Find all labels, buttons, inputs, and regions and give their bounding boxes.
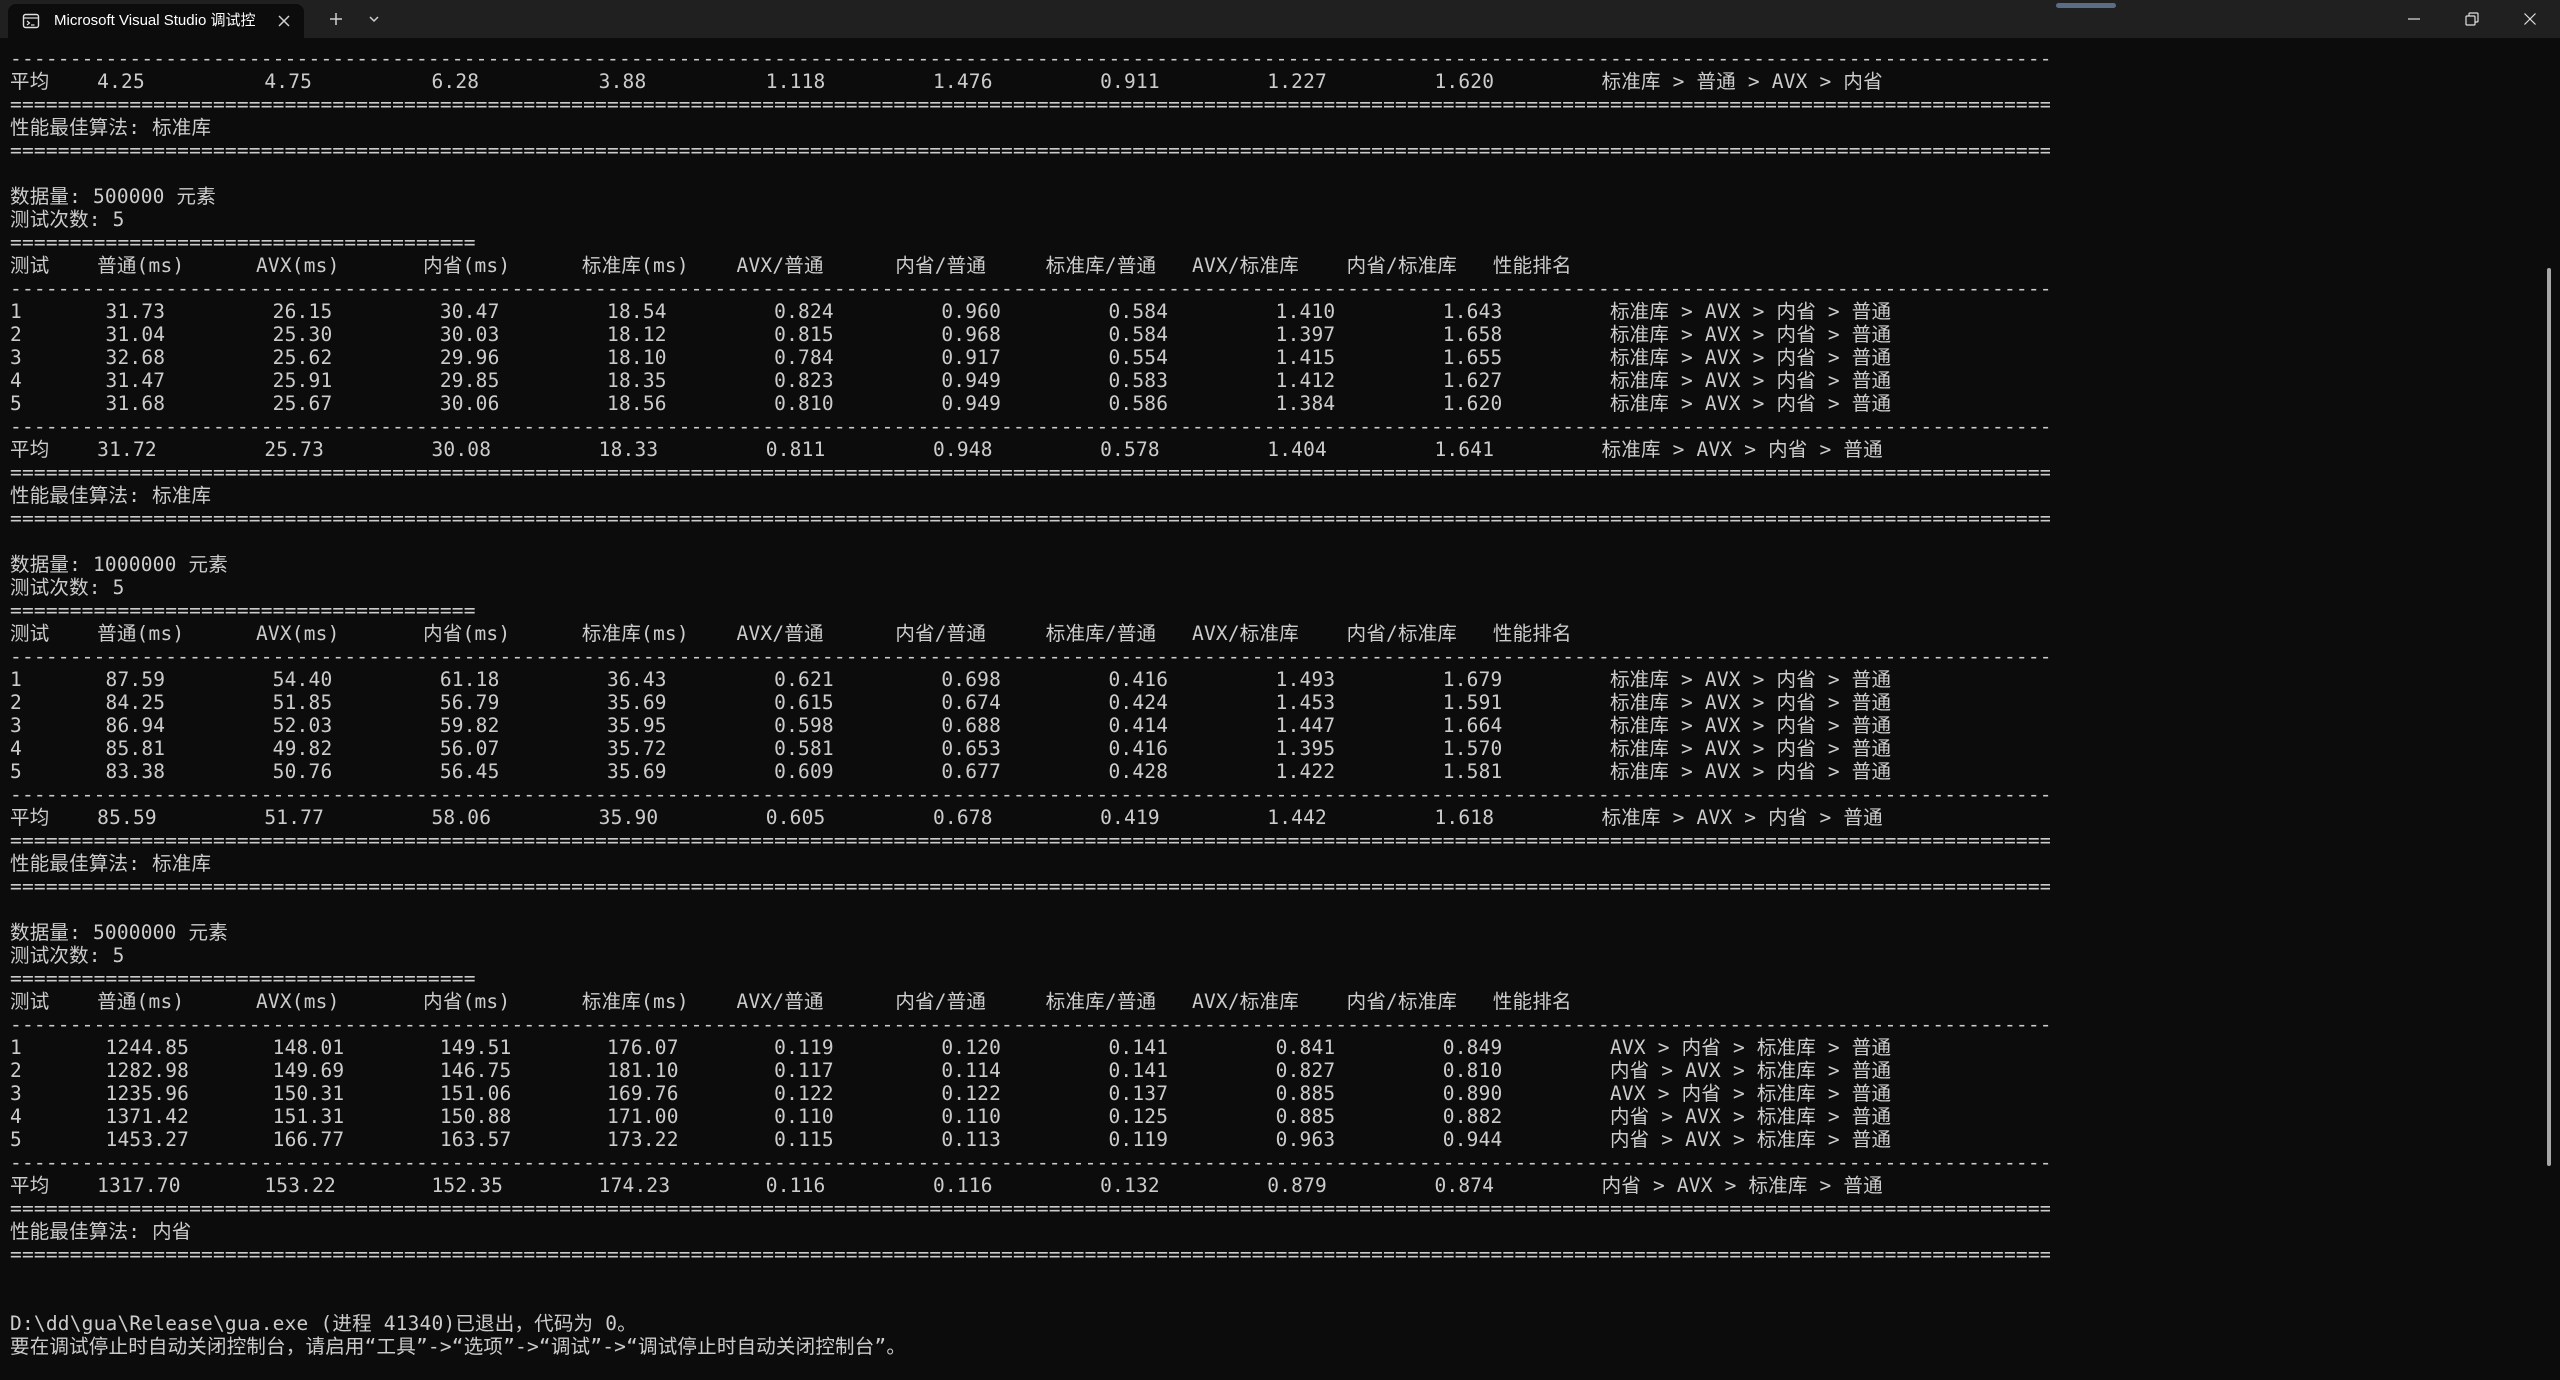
console-line: ========================================…	[10, 461, 2050, 484]
console-line: ========================================…	[10, 139, 2050, 162]
console-line: 平均 4.25 4.75 6.28 3.88 1.118 1.476 0.911…	[10, 70, 1883, 93]
console-line: 性能最佳算法: 标准库	[10, 852, 212, 875]
minimize-button[interactable]	[2385, 0, 2443, 38]
console-line: ----------------------------------------…	[10, 783, 2050, 806]
console-line: 测试 普通(ms) AVX(ms) 内省(ms) 标准库(ms) AVX/普通 …	[10, 254, 1572, 277]
console-line: ========================================…	[10, 875, 2050, 898]
console-line: ----------------------------------------…	[10, 415, 2050, 438]
restore-icon	[2465, 12, 2479, 26]
console-line: 测试次数: 5	[10, 576, 125, 599]
console-line: =======================================	[10, 599, 476, 622]
console-line: 4 85.81 49.82 56.07 35.72 0.581 0.653 0.…	[10, 737, 1892, 760]
console-line: 3 1235.96 150.31 151.06 169.76 0.122 0.1…	[10, 1082, 1892, 1105]
drag-handle[interactable]	[2056, 3, 2116, 8]
console-line: 测试 普通(ms) AVX(ms) 内省(ms) 标准库(ms) AVX/普通 …	[10, 990, 1572, 1013]
close-icon	[2524, 13, 2536, 25]
tab-title: Microsoft Visual Studio 调试控	[54, 12, 256, 29]
console-line: ----------------------------------------…	[10, 277, 2050, 300]
console-line: 1 87.59 54.40 61.18 36.43 0.621 0.698 0.…	[10, 668, 1892, 691]
console-line: 性能最佳算法: 标准库	[10, 484, 212, 507]
console-line: =======================================	[10, 231, 476, 254]
console-line: ========================================…	[10, 1243, 2050, 1266]
console-line: 5 31.68 25.67 30.06 18.56 0.810 0.949 0.…	[10, 392, 1892, 415]
console-output[interactable]: ----------------------------------------…	[10, 47, 2050, 1377]
console-line: 平均 1317.70 153.22 152.35 174.23 0.116 0.…	[10, 1174, 1883, 1197]
console-line: 平均 31.72 25.73 30.08 18.33 0.811 0.948 0…	[10, 438, 1883, 461]
console-line: D:\dd\gua\Release\gua.exe (进程 41340)已退出，…	[10, 1312, 637, 1335]
console-line: 4 1371.42 151.31 150.88 171.00 0.110 0.1…	[10, 1105, 1892, 1128]
minimize-icon	[2408, 18, 2420, 20]
console-line: 2 1282.98 149.69 146.75 181.10 0.117 0.1…	[10, 1059, 1892, 1082]
console-line: 1 31.73 26.15 30.47 18.54 0.824 0.960 0.…	[10, 300, 1892, 323]
console-line: ----------------------------------------…	[10, 1151, 2050, 1174]
console-line: 3 86.94 52.03 59.82 35.95 0.598 0.688 0.…	[10, 714, 1892, 737]
console-line: 2 84.25 51.85 56.79 35.69 0.615 0.674 0.…	[10, 691, 1892, 714]
console-line: 2 31.04 25.30 30.03 18.12 0.815 0.968 0.…	[10, 323, 1892, 346]
console-line: ----------------------------------------…	[10, 1013, 2050, 1036]
console-line: 数据量: 5000000 元素	[10, 921, 228, 944]
console-line: ========================================…	[10, 93, 2050, 116]
console-line: 数据量: 500000 元素	[10, 185, 216, 208]
console-line: ----------------------------------------…	[10, 645, 2050, 668]
console-line: 性能最佳算法: 标准库	[10, 116, 212, 139]
vertical-scrollbar[interactable]	[2547, 268, 2551, 1166]
console-line: ========================================…	[10, 507, 2050, 530]
console-lines: ----------------------------------------…	[10, 47, 2050, 1358]
console-line: 数据量: 1000000 元素	[10, 553, 228, 576]
console-line: 性能最佳算法: 内省	[10, 1220, 192, 1243]
close-tab-icon[interactable]	[274, 11, 294, 31]
console-line: 5 83.38 50.76 56.45 35.69 0.609 0.677 0.…	[10, 760, 1892, 783]
console-line: 1 1244.85 148.01 149.51 176.07 0.119 0.1…	[10, 1036, 1892, 1059]
terminal-icon	[22, 13, 40, 29]
title-bar: Microsoft Visual Studio 调试控	[0, 0, 2560, 38]
console-line: ----------------------------------------…	[10, 47, 2050, 70]
console-line: 测试次数: 5	[10, 944, 125, 967]
console-line: =======================================	[10, 967, 476, 990]
console-line: 测试次数: 5	[10, 208, 125, 231]
console-line: 平均 85.59 51.77 58.06 35.90 0.605 0.678 0…	[10, 806, 1883, 829]
plus-icon[interactable]	[326, 9, 346, 29]
restore-button[interactable]	[2443, 0, 2501, 38]
console-line: 4 31.47 25.91 29.85 18.35 0.823 0.949 0.…	[10, 369, 1892, 392]
console-line: ========================================…	[10, 829, 2050, 852]
console-line: 3 32.68 25.62 29.96 18.10 0.784 0.917 0.…	[10, 346, 1892, 369]
tab-debug-console[interactable]: Microsoft Visual Studio 调试控	[8, 4, 304, 38]
chevron-down-icon[interactable]	[364, 9, 384, 29]
console-line: 5 1453.27 166.77 163.57 173.22 0.115 0.1…	[10, 1128, 1892, 1151]
console-line: 要在调试停止时自动关闭控制台，请启用“工具”->“选项”->“调试”->“调试停…	[10, 1335, 907, 1358]
close-window-button[interactable]	[2501, 0, 2559, 38]
console-line: ========================================…	[10, 1197, 2050, 1220]
console-line: 测试 普通(ms) AVX(ms) 内省(ms) 标准库(ms) AVX/普通 …	[10, 622, 1572, 645]
